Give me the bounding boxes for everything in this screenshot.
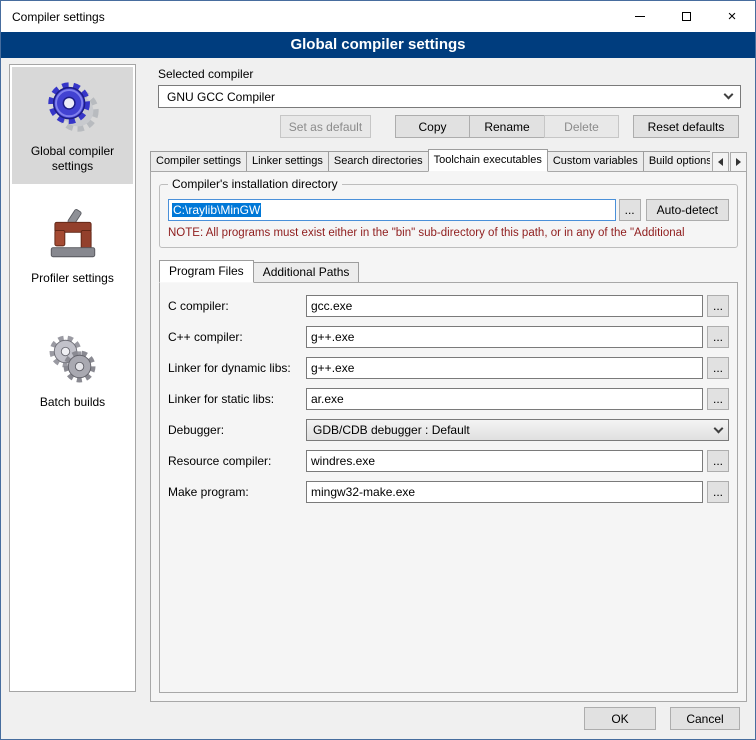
tab-scroll-buttons: [712, 152, 747, 172]
tab-scroll-left-button[interactable]: [712, 152, 729, 172]
ok-button[interactable]: OK: [584, 707, 656, 730]
copy-button[interactable]: Copy: [395, 115, 470, 138]
resource-compiler-browse-button[interactable]: ...: [707, 450, 729, 472]
selected-compiler-value: GNU GCC Compiler: [167, 90, 275, 104]
install-dir-input[interactable]: C:\raylib\MinGW: [168, 199, 616, 221]
maximize-button[interactable]: [663, 1, 709, 32]
make-program-label: Make program:: [168, 485, 306, 499]
subtab-additional-paths[interactable]: Additional Paths: [253, 262, 360, 283]
banner-title: Global compiler settings: [290, 36, 465, 53]
tab-linker-settings[interactable]: Linker settings: [246, 151, 329, 172]
window-title: Compiler settings: [1, 10, 105, 24]
installation-directory-title: Compiler's installation directory: [168, 177, 342, 191]
cpp-compiler-row: C++ compiler: ...: [168, 326, 729, 348]
tab-custom-variables[interactable]: Custom variables: [547, 151, 644, 172]
make-program-row: Make program: ...: [168, 481, 729, 503]
sidebar-item-batch-builds[interactable]: Batch builds: [12, 318, 133, 420]
sidebar-item-profiler-settings[interactable]: Profiler settings: [12, 194, 133, 296]
banner: Global compiler settings: [1, 32, 755, 58]
profiler-icon: [14, 204, 131, 266]
sidebar-item-label: Batch builds: [14, 395, 131, 410]
tab-scroll-right-button[interactable]: [730, 152, 747, 172]
window-controls: ×: [617, 1, 755, 32]
compiler-settings-window: Compiler settings × Global compiler sett…: [0, 0, 756, 740]
maximize-icon: [682, 12, 691, 21]
dynamic-linker-input[interactable]: [306, 357, 703, 379]
make-program-input[interactable]: [306, 481, 703, 503]
tab-search-directories[interactable]: Search directories: [328, 151, 429, 172]
debugger-label: Debugger:: [168, 423, 306, 437]
installation-directory-groupbox: Compiler's installation directory C:\ray…: [159, 184, 738, 248]
delete-button: Delete: [544, 115, 619, 138]
compiler-buttons-row: Set as default Copy Rename Delete Reset …: [158, 115, 749, 138]
note-text: NOTE: All programs must exist either in …: [168, 227, 729, 239]
debugger-dropdown[interactable]: GDB/CDB debugger : Default: [306, 419, 729, 441]
c-compiler-row: C compiler: ...: [168, 295, 729, 317]
c-compiler-input[interactable]: [306, 295, 703, 317]
tabs-scroll-area: Compiler settings Linker settings Search…: [150, 149, 710, 172]
minimize-button[interactable]: [617, 1, 663, 32]
selected-compiler-dropdown[interactable]: GNU GCC Compiler: [158, 85, 741, 108]
subtab-program-files[interactable]: Program Files: [159, 260, 254, 283]
main-panel: Selected compiler GNU GCC Compiler Set a…: [146, 61, 749, 702]
dynamic-linker-label: Linker for dynamic libs:: [168, 361, 306, 375]
tab-build-options[interactable]: Build options: [643, 151, 710, 172]
cpp-compiler-browse-button[interactable]: ...: [707, 326, 729, 348]
program-files-panel: C compiler: ... C++ compiler: ... Linker…: [159, 282, 738, 693]
reset-defaults-button[interactable]: Reset defaults: [633, 115, 739, 138]
debugger-row: Debugger: GDB/CDB debugger : Default: [168, 419, 729, 441]
auto-detect-button[interactable]: Auto-detect: [646, 199, 729, 221]
close-icon: ×: [728, 9, 737, 24]
install-dir-browse-button[interactable]: ...: [619, 199, 641, 221]
cpp-compiler-label: C++ compiler:: [168, 330, 306, 344]
minimize-icon: [635, 16, 645, 17]
sidebar: Global compiler settings Profiler settin…: [9, 64, 136, 692]
dialog-footer: OK Cancel: [584, 707, 740, 730]
cancel-button[interactable]: Cancel: [670, 707, 740, 730]
chevron-down-icon: [714, 423, 724, 433]
resource-compiler-label: Resource compiler:: [168, 454, 306, 468]
rename-button[interactable]: Rename: [469, 115, 545, 138]
installation-directory-row: C:\raylib\MinGW ... Auto-detect: [168, 199, 729, 221]
settings-tabbar: Compiler settings Linker settings Search…: [150, 149, 747, 172]
dynamic-linker-browse-button[interactable]: ...: [707, 357, 729, 379]
c-compiler-label: C compiler:: [168, 299, 306, 313]
sidebar-item-global-compiler-settings[interactable]: Global compiler settings: [12, 67, 133, 184]
make-program-browse-button[interactable]: ...: [707, 481, 729, 503]
titlebar: Compiler settings ×: [1, 1, 755, 32]
left-triangle-icon: [718, 158, 723, 166]
close-button[interactable]: ×: [709, 1, 755, 32]
right-triangle-icon: [736, 158, 741, 166]
chevron-down-icon: [724, 90, 734, 100]
sidebar-item-label: Profiler settings: [14, 271, 131, 286]
debugger-value: GDB/CDB debugger : Default: [313, 423, 470, 437]
c-compiler-browse-button[interactable]: ...: [707, 295, 729, 317]
set-as-default-button: Set as default: [280, 115, 371, 138]
toolchain-executables-panel: Compiler's installation directory C:\ray…: [150, 171, 747, 702]
gray-gears-icon: [14, 328, 131, 390]
program-files-tabbar: Program Files Additional Paths: [159, 260, 738, 283]
static-linker-input[interactable]: [306, 388, 703, 410]
resource-compiler-row: Resource compiler: ...: [168, 450, 729, 472]
sidebar-item-label: Global compiler settings: [14, 144, 131, 174]
resource-compiler-input[interactable]: [306, 450, 703, 472]
static-linker-row: Linker for static libs: ...: [168, 388, 729, 410]
blue-gear-icon: [14, 77, 131, 139]
dynamic-linker-row: Linker for dynamic libs: ...: [168, 357, 729, 379]
tab-compiler-settings[interactable]: Compiler settings: [150, 151, 247, 172]
install-dir-selected-text: C:\raylib\MinGW: [172, 203, 261, 217]
tab-toolchain-executables[interactable]: Toolchain executables: [428, 149, 548, 172]
selected-compiler-label: Selected compiler: [158, 67, 749, 81]
cpp-compiler-input[interactable]: [306, 326, 703, 348]
static-linker-label: Linker for static libs:: [168, 392, 306, 406]
static-linker-browse-button[interactable]: ...: [707, 388, 729, 410]
